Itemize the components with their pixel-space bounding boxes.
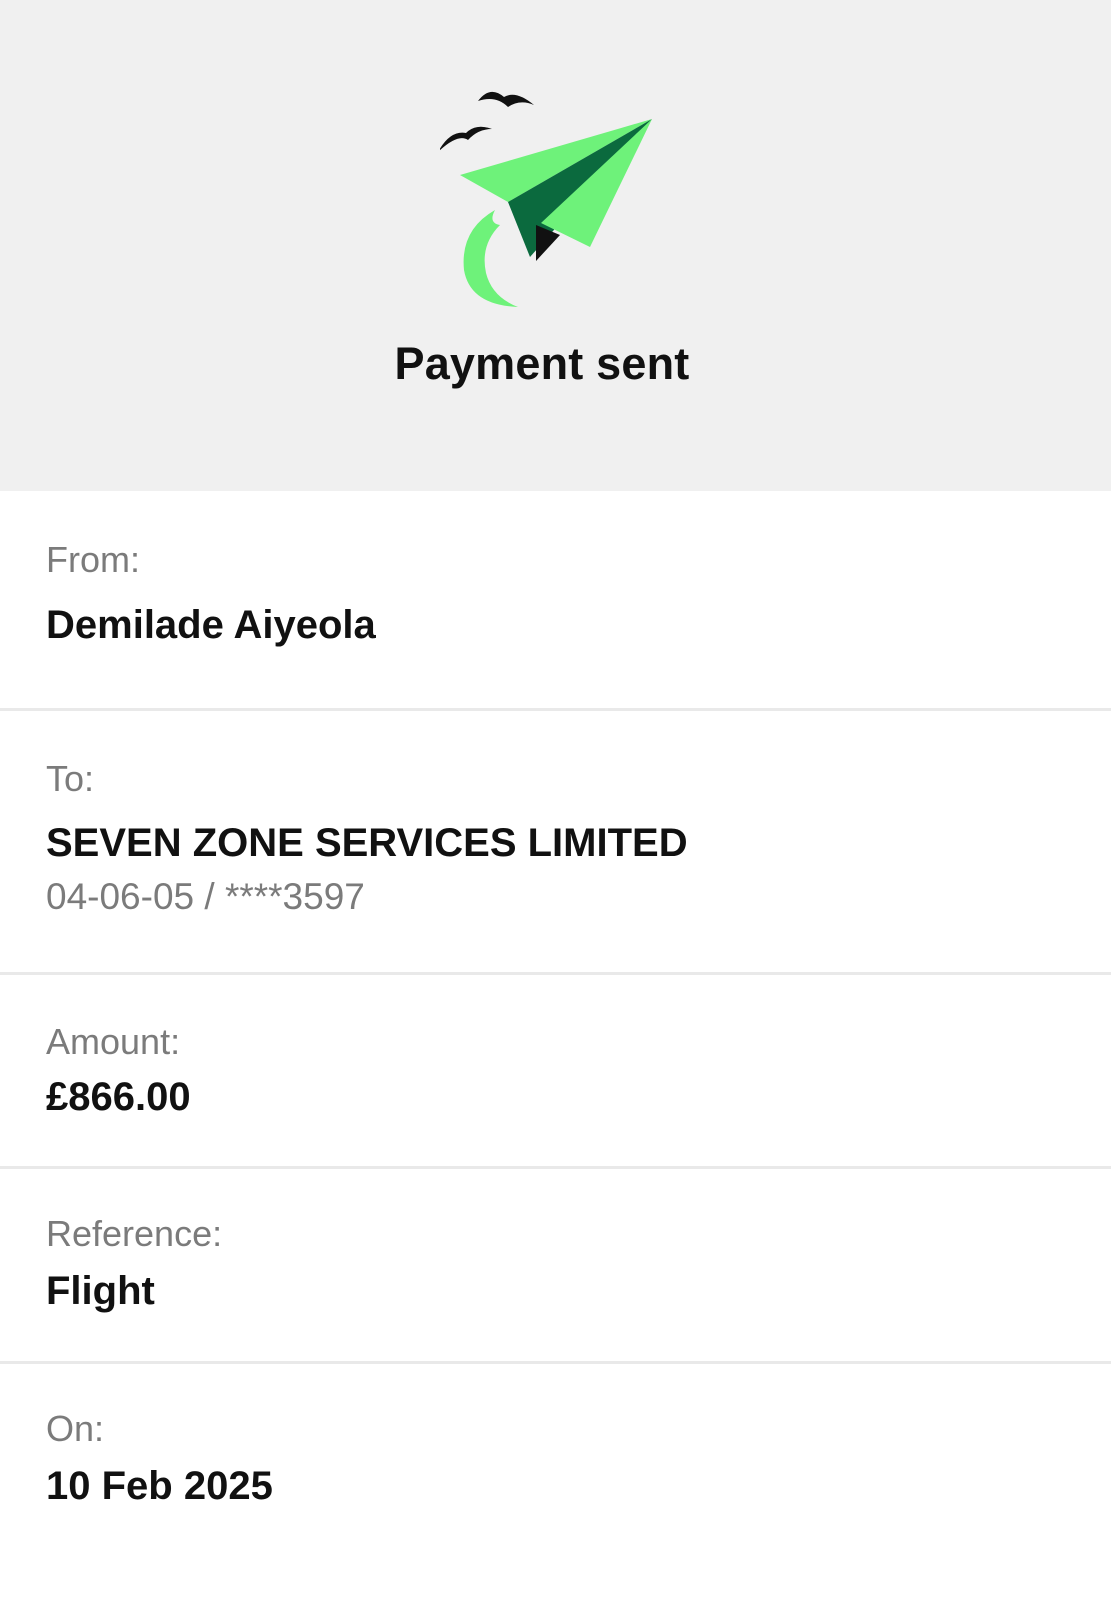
bird-icon: [478, 91, 534, 107]
payment-sent-header: Payment sent: [0, 0, 1111, 491]
reference-label: Reference:: [46, 1213, 223, 1254]
detail-row-on: On: 10 Feb 2025: [0, 1364, 1111, 1594]
from-value: Demilade Aiyeola: [46, 603, 376, 647]
detail-row-amount: Amount: £866.00: [0, 975, 1111, 1169]
from-label: From:: [46, 539, 140, 580]
date-value: 10 Feb 2025: [46, 1464, 273, 1508]
date-label: On:: [46, 1408, 105, 1449]
detail-row-from: From: Demilade Aiyeola: [0, 491, 1111, 711]
payment-details: From: Demilade Aiyeola To: SEVEN ZONE SE…: [0, 491, 1111, 1594]
detail-row-reference: Reference: Flight: [0, 1169, 1111, 1364]
detail-row-to: To: SEVEN ZONE SERVICES LIMITED 04-06-05…: [0, 711, 1111, 975]
payment-confirmation-screen: Payment sent From: Demilade Aiyeola To: …: [0, 0, 1111, 1600]
reference-value: Flight: [46, 1269, 155, 1313]
to-label: To:: [46, 758, 95, 799]
amount-value: £866.00: [46, 1075, 191, 1119]
page-title: Payment sent: [394, 338, 690, 389]
paper-plane-with-birds-icon: [440, 91, 652, 307]
amount-label: Amount:: [46, 1021, 181, 1062]
to-value: SEVEN ZONE SERVICES LIMITED: [46, 821, 688, 865]
plane-trail-icon: [463, 210, 518, 307]
bird-icon: [440, 126, 492, 151]
to-account-number: 04-06-05 / ****3597: [46, 876, 365, 917]
